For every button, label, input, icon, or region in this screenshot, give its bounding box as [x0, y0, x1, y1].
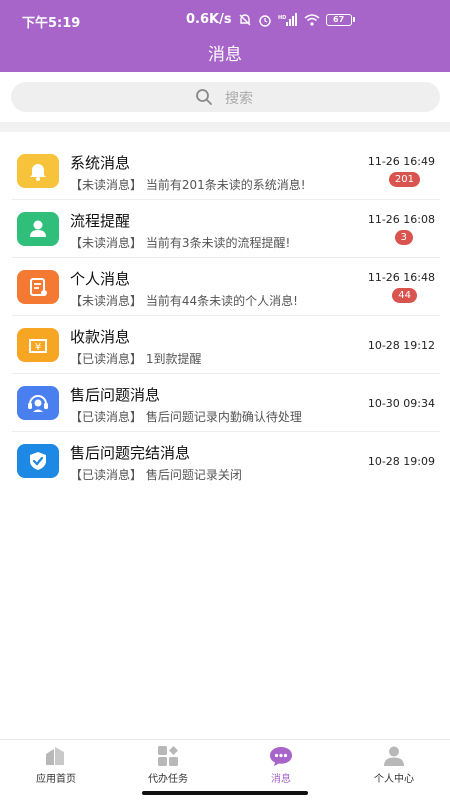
- search-input[interactable]: 搜索: [11, 82, 440, 112]
- message-title: 系统消息: [70, 154, 131, 172]
- message-list: 系统消息 【未读消息】 当前有201条未读的系统消息! 11-26 16:49 …: [12, 142, 440, 490]
- document-icon: [17, 270, 59, 304]
- section-divider: [0, 122, 450, 132]
- headset-icon: [17, 386, 59, 420]
- search-icon: [196, 89, 212, 105]
- battery-level: 67: [325, 13, 352, 26]
- tab-personal-center[interactable]: 个人中心: [338, 740, 450, 790]
- tab-label: 代办任务: [148, 774, 188, 785]
- list-item-after-sales-completed[interactable]: 售后问题完结消息 【已读消息】 售后问题记录关闭 10-28 19:09: [12, 432, 440, 490]
- status-time: 下午5:19: [22, 16, 81, 31]
- unread-badge: 3: [394, 230, 413, 245]
- message-time: 10-30 09:34: [367, 397, 435, 410]
- grid-icon: [158, 746, 178, 766]
- person-icon: [17, 212, 59, 246]
- message-time: 11-26 16:48: [367, 271, 435, 284]
- message-time: 10-28 19:09: [367, 455, 435, 468]
- message-subtitle: 【已读消息】 1到款提醒: [70, 352, 202, 366]
- message-title: 个人消息: [70, 270, 131, 288]
- list-item-system-messages[interactable]: 系统消息 【未读消息】 当前有201条未读的系统消息! 11-26 16:49 …: [12, 142, 440, 200]
- home-indicator[interactable]: [142, 791, 308, 795]
- status-bar: 下午5:19 0.6K/s HD 67: [0, 0, 450, 38]
- list-item-process-reminders[interactable]: 流程提醒 【未读消息】 当前有3条未读的流程提醒! 11-26 16:08 3: [12, 200, 440, 258]
- signal-hd-label: HD: [278, 15, 286, 21]
- message-subtitle: 【未读消息】 当前有44条未读的个人消息!: [70, 294, 298, 308]
- message-time: 10-28 19:12: [367, 339, 435, 352]
- mute-bell-icon: [239, 13, 251, 25]
- wifi-icon: [304, 13, 320, 26]
- tab-label: 消息: [271, 774, 291, 785]
- search-bar-container: 搜索: [0, 72, 450, 122]
- tab-label: 应用首页: [36, 774, 76, 785]
- list-item-payment-messages[interactable]: ¥ 收款消息 【已读消息】 1到款提醒 10-28 19:12: [12, 316, 440, 374]
- alarm-icon: [258, 14, 271, 27]
- profile-icon: [384, 746, 404, 766]
- message-time: 11-26 16:49: [367, 155, 435, 168]
- message-time: 11-26 16:08: [367, 213, 435, 226]
- tab-home[interactable]: 应用首页: [0, 740, 112, 790]
- home-icon: [46, 747, 64, 765]
- shield-check-icon: [17, 444, 59, 478]
- unread-badge: 44: [392, 288, 417, 303]
- message-subtitle: 【未读消息】 当前有201条未读的系统消息!: [70, 178, 306, 192]
- battery-icon: 67: [325, 13, 355, 26]
- page-title: 消息: [208, 45, 242, 65]
- status-indicators: 0.6K/s HD 67: [186, 12, 355, 27]
- list-item-personal-messages[interactable]: 个人消息 【未读消息】 当前有44条未读的个人消息! 11-26 16:48 4…: [12, 258, 440, 316]
- message-title: 流程提醒: [70, 212, 131, 230]
- network-speed: 0.6K/s: [186, 12, 232, 27]
- message-title: 售后问题完结消息: [70, 444, 191, 462]
- app-header: 下午5:19 0.6K/s HD 67 消息: [0, 0, 450, 72]
- message-title: 售后问题消息: [70, 386, 161, 404]
- chat-bubble-icon: [270, 747, 292, 766]
- list-item-after-sales-messages[interactable]: 售后问题消息 【已读消息】 售后问题记录内勤确认待处理 10-30 09:34: [12, 374, 440, 432]
- svg-text:¥: ¥: [35, 342, 41, 353]
- unread-badge: 201: [388, 172, 420, 187]
- tab-todo-tasks[interactable]: 代办任务: [112, 740, 224, 790]
- message-subtitle: 【已读消息】 售后问题记录内勤确认待处理: [70, 410, 302, 424]
- message-subtitle: 【未读消息】 当前有3条未读的流程提醒!: [70, 236, 291, 250]
- yen-wallet-icon: ¥: [17, 328, 59, 362]
- tab-messages[interactable]: 消息: [225, 740, 337, 790]
- bell-icon: [17, 154, 59, 188]
- tab-label: 个人中心: [374, 774, 414, 785]
- signal-icon: HD: [278, 13, 297, 26]
- search-placeholder: 搜索: [225, 91, 253, 107]
- message-subtitle: 【已读消息】 售后问题记录关闭: [70, 468, 242, 482]
- message-title: 收款消息: [70, 328, 131, 346]
